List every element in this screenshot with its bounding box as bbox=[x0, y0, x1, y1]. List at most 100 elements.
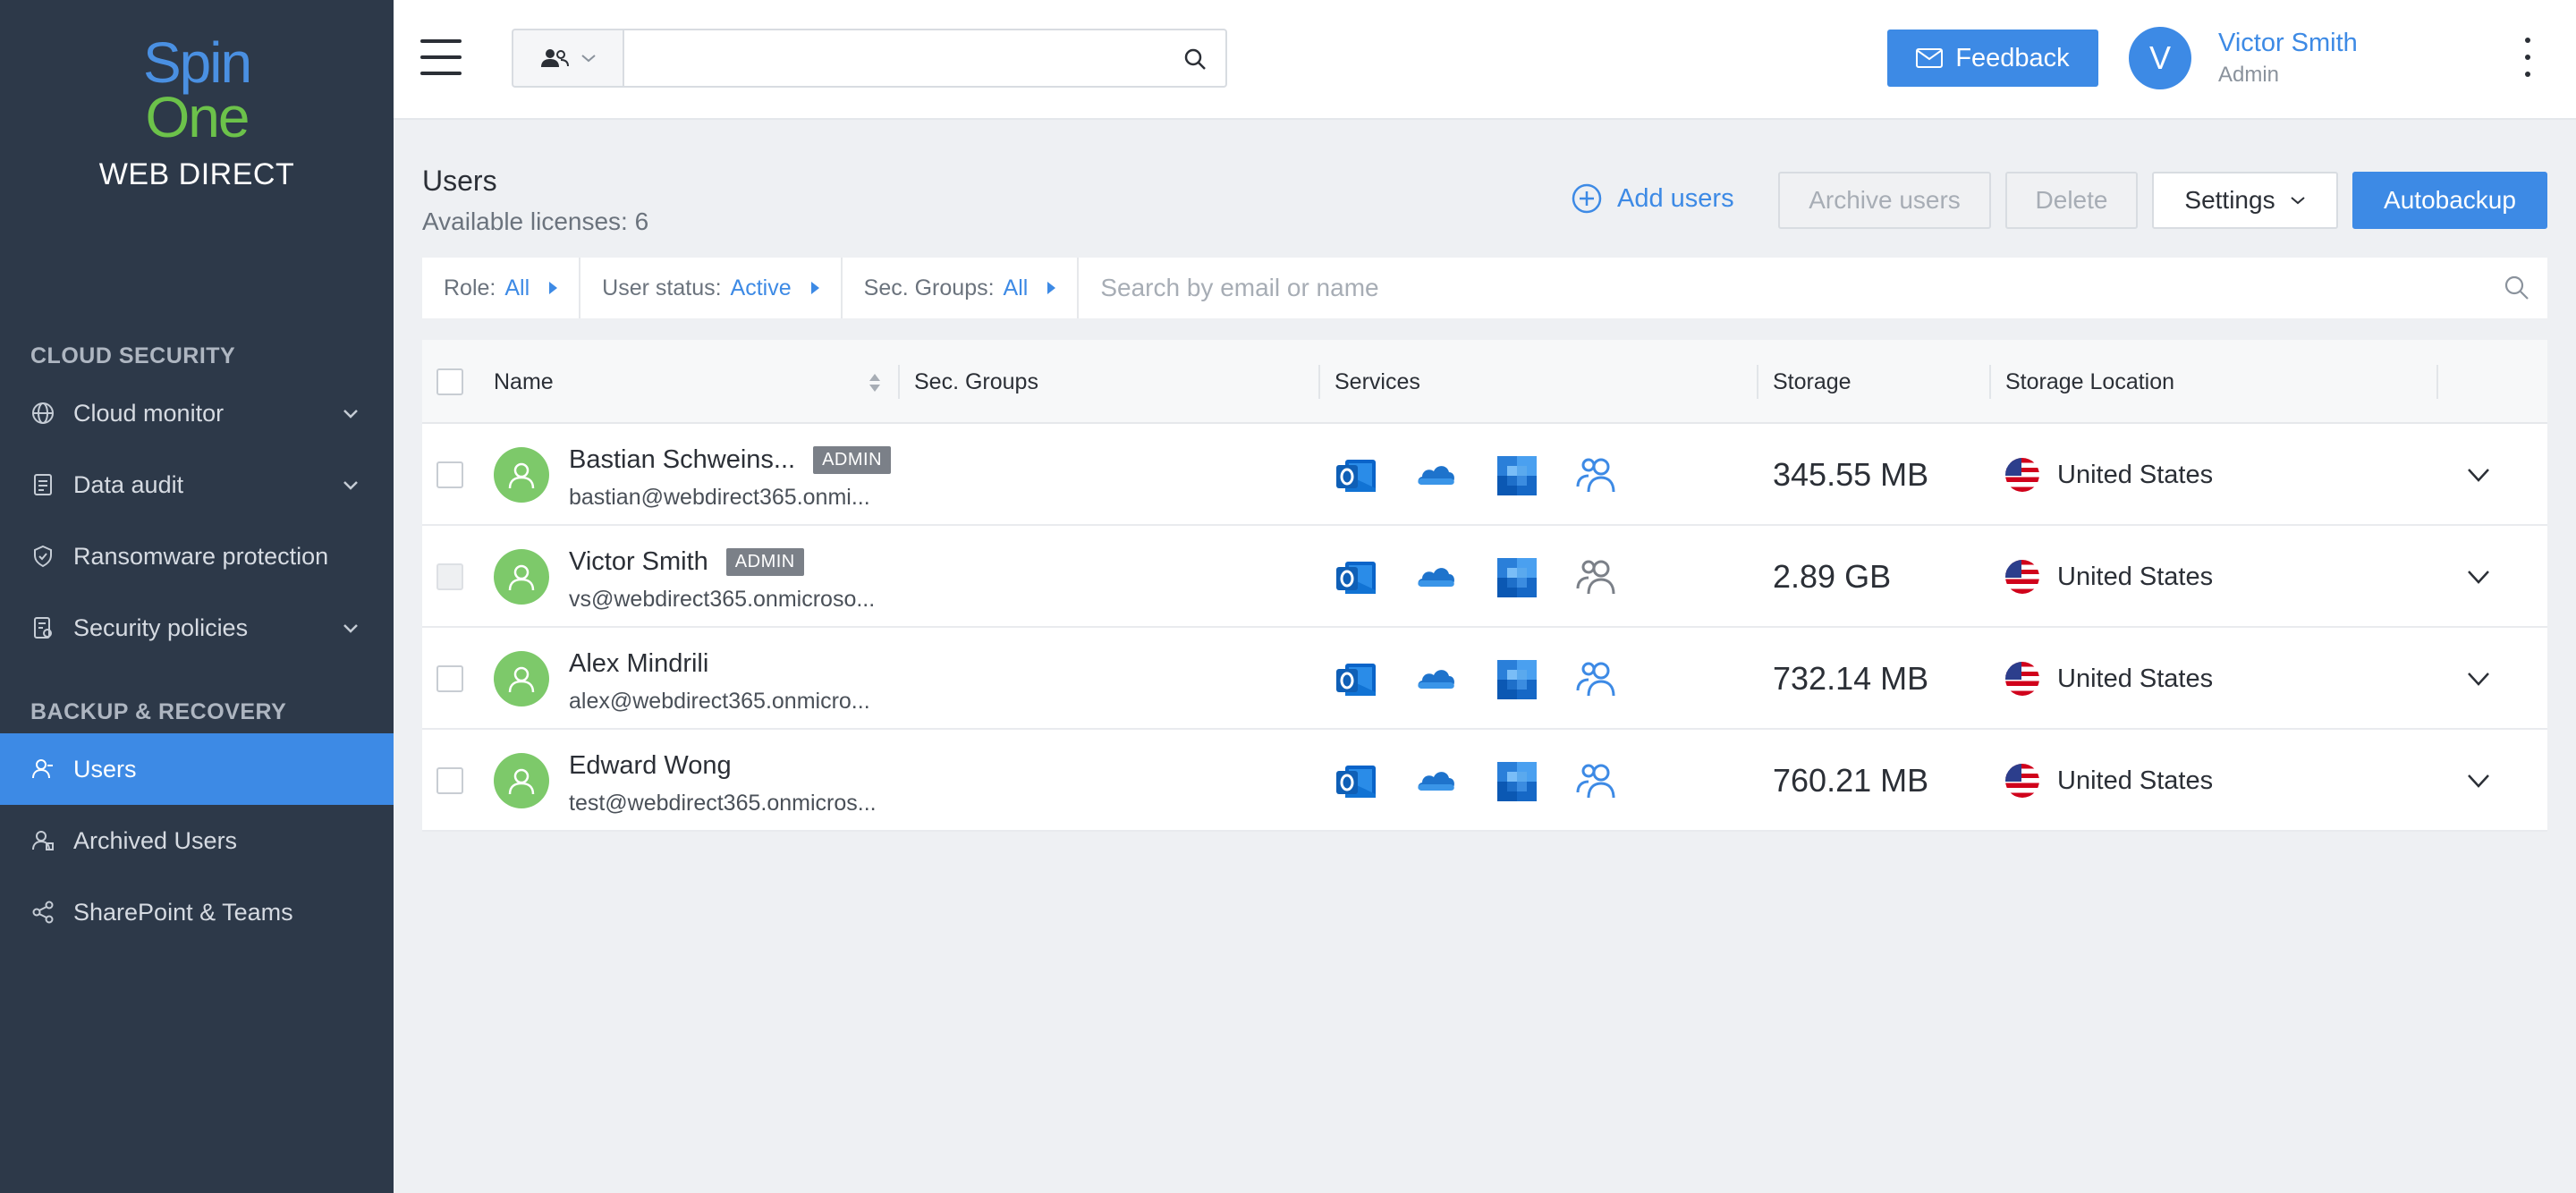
more-options-icon[interactable] bbox=[2522, 38, 2533, 77]
global-search-input[interactable] bbox=[624, 30, 1161, 86]
archive-users-button[interactable]: Archive users bbox=[1778, 172, 1991, 229]
sharepoint-grid-icon[interactable] bbox=[1494, 453, 1540, 499]
sort-icon[interactable] bbox=[868, 372, 882, 393]
outlook-icon[interactable] bbox=[1333, 453, 1379, 499]
teams-users-icon[interactable] bbox=[1574, 758, 1621, 805]
expand-row-chevron-icon[interactable] bbox=[2463, 460, 2494, 490]
logo-one: One bbox=[145, 85, 250, 149]
sharepoint-grid-icon[interactable] bbox=[1494, 758, 1540, 805]
expand-row-chevron-icon[interactable] bbox=[2463, 562, 2494, 592]
chevron-down-icon bbox=[581, 55, 596, 63]
outlook-icon[interactable] bbox=[1333, 758, 1379, 805]
hamburger-menu-icon[interactable] bbox=[420, 39, 462, 75]
row-checkbox[interactable] bbox=[436, 767, 463, 794]
users-icon bbox=[30, 757, 55, 782]
role-filter-label: Role: bbox=[444, 275, 496, 300]
autobackup-button[interactable]: Autobackup bbox=[2352, 172, 2547, 229]
sidebar-item-data-audit[interactable]: Data audit bbox=[0, 449, 394, 520]
sidebar-item-label: Users bbox=[73, 755, 137, 783]
location-label: United States bbox=[2057, 460, 2214, 489]
outlook-icon[interactable] bbox=[1333, 656, 1379, 703]
column-storage-location: Storage Location bbox=[2005, 340, 2174, 424]
groups-filter-label: Sec. Groups: bbox=[863, 275, 995, 300]
onedrive-icon[interactable] bbox=[1413, 758, 1460, 805]
us-flag-icon bbox=[2005, 764, 2039, 798]
add-users-label: Add users bbox=[1617, 183, 1734, 213]
caret-right-icon bbox=[549, 282, 558, 294]
us-flag-icon bbox=[2005, 662, 2039, 696]
storage-size: 2.89 GB bbox=[1773, 558, 1892, 595]
sec-groups-filter[interactable]: Sec. Groups: All bbox=[843, 258, 1080, 318]
user-avatar-icon bbox=[494, 753, 549, 808]
onedrive-icon[interactable] bbox=[1413, 453, 1460, 499]
status-filter-label: User status: bbox=[602, 275, 722, 300]
column-name-label: Name bbox=[494, 368, 554, 394]
sidebar-item-users[interactable]: Users bbox=[0, 733, 394, 805]
outlook-icon[interactable] bbox=[1333, 554, 1379, 601]
search-scope-dropdown[interactable] bbox=[512, 29, 623, 88]
column-storage-label: Storage bbox=[1773, 368, 1852, 394]
user-status-filter[interactable]: User status: Active bbox=[580, 258, 843, 318]
user-role: Admin bbox=[2218, 63, 2280, 87]
feedback-button[interactable]: Feedback bbox=[1887, 30, 2098, 87]
select-all-checkbox[interactable] bbox=[436, 368, 463, 395]
user-name[interactable]: Alex Mindrili bbox=[569, 649, 708, 679]
add-users-button[interactable]: Add users bbox=[1571, 182, 1734, 215]
table-row[interactable]: Bastian Schweins... ADMIN bastian@webdir… bbox=[422, 424, 2547, 526]
row-checkbox[interactable] bbox=[436, 563, 463, 590]
user-avatar[interactable]: V bbox=[2129, 27, 2191, 89]
sidebar-item-archived-users[interactable]: Archived Users bbox=[0, 805, 394, 876]
caret-right-icon bbox=[810, 282, 819, 294]
search-icon[interactable] bbox=[1182, 47, 1208, 72]
column-sec-groups: Sec. Groups bbox=[914, 340, 1038, 424]
role-filter[interactable]: Role: All bbox=[422, 258, 581, 318]
user-name[interactable]: Victor Smith bbox=[2218, 29, 2358, 58]
column-groups-label: Sec. Groups bbox=[914, 368, 1038, 394]
us-flag-icon bbox=[2005, 458, 2039, 492]
section-cloud-security: CLOUD SECURITY bbox=[30, 343, 236, 368]
onedrive-icon[interactable] bbox=[1413, 656, 1460, 703]
users-table: Name Sec. Groups Services Storage Storag… bbox=[422, 340, 2547, 832]
teams-users-icon[interactable] bbox=[1574, 453, 1621, 499]
sidebar-item-ransomware-protection[interactable]: Ransomware protection bbox=[0, 520, 394, 592]
expand-row-chevron-icon[interactable] bbox=[2463, 664, 2494, 694]
us-flag-icon bbox=[2005, 560, 2039, 594]
admin-badge: ADMIN bbox=[813, 446, 892, 474]
sidebar-item-security-policies[interactable]: Security policies bbox=[0, 592, 394, 664]
search-icon[interactable] bbox=[2503, 274, 2531, 302]
spinone-logo[interactable]: Spin One WEB DIRECT bbox=[0, 34, 394, 192]
table-row[interactable]: Edward Wong test@webdirect365.onmicros..… bbox=[422, 730, 2547, 832]
onedrive-icon[interactable] bbox=[1413, 554, 1460, 601]
user-name[interactable]: Bastian Schweins... bbox=[569, 445, 795, 475]
column-location-label: Storage Location bbox=[2005, 368, 2175, 394]
delete-button[interactable]: Delete bbox=[2005, 172, 2138, 229]
user-search-input[interactable] bbox=[1079, 258, 2547, 318]
sharepoint-grid-icon[interactable] bbox=[1494, 656, 1540, 703]
storage-location: United States bbox=[2005, 458, 2213, 492]
user-name[interactable]: Edward Wong bbox=[569, 751, 732, 781]
feedback-label: Feedback bbox=[1955, 43, 2070, 72]
sidebar-item-cloud-monitor[interactable]: Cloud monitor bbox=[0, 377, 394, 449]
filter-bar: Role: All User status: Active Sec. Group… bbox=[422, 258, 2547, 318]
caret-right-icon bbox=[1047, 282, 1056, 294]
settings-dropdown[interactable]: Settings bbox=[2152, 172, 2338, 229]
sidebar-item-label: Data audit bbox=[73, 470, 184, 498]
teams-users-icon[interactable] bbox=[1574, 554, 1621, 601]
table-row[interactable]: Victor Smith ADMIN vs@webdirect365.onmic… bbox=[422, 526, 2547, 628]
sharepoint-grid-icon[interactable] bbox=[1494, 554, 1540, 601]
user-email: vs@webdirect365.onmicroso... bbox=[569, 587, 876, 612]
user-avatar-icon bbox=[494, 549, 549, 605]
groups-filter-value: All bbox=[1003, 275, 1029, 300]
row-checkbox[interactable] bbox=[436, 665, 463, 692]
logo-brand: WEB DIRECT bbox=[98, 157, 295, 191]
user-name[interactable]: Victor Smith bbox=[569, 547, 708, 577]
shield-icon bbox=[30, 544, 55, 569]
sidebar-item-sharepoint-teams[interactable]: SharePoint & Teams bbox=[0, 876, 394, 948]
column-name[interactable]: Name bbox=[494, 340, 554, 424]
teams-users-icon[interactable] bbox=[1574, 656, 1621, 703]
expand-row-chevron-icon[interactable] bbox=[2463, 766, 2494, 796]
chevron-down-icon bbox=[343, 410, 358, 419]
column-services: Services bbox=[1335, 340, 1420, 424]
table-row[interactable]: Alex Mindrili alex@webdirect365.onmicro.… bbox=[422, 628, 2547, 730]
row-checkbox[interactable] bbox=[436, 461, 463, 488]
